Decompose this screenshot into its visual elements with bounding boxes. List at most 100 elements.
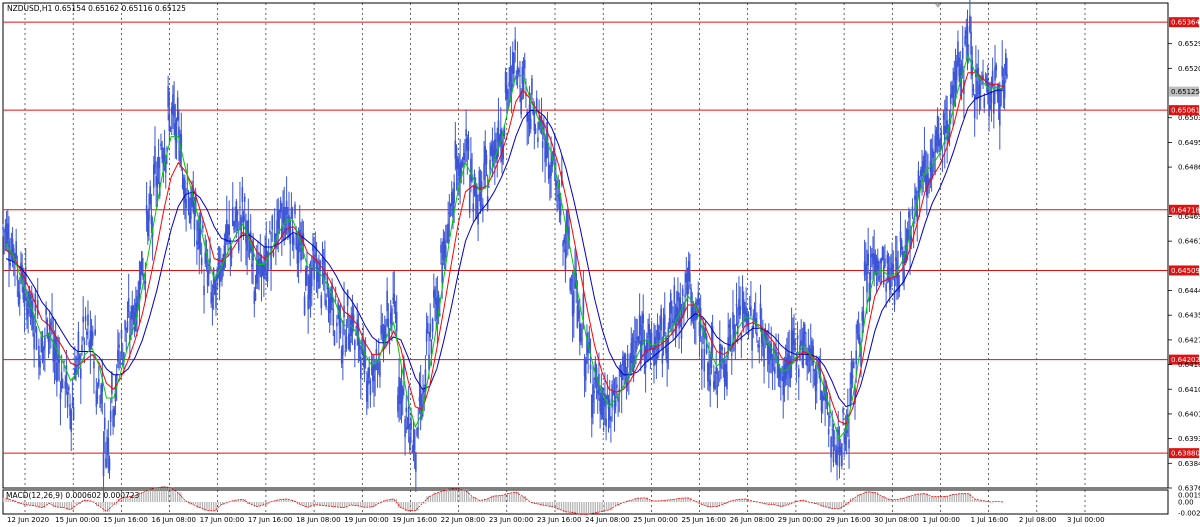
candle-body — [945, 107, 947, 111]
candle-body — [368, 367, 370, 378]
candle-body — [856, 321, 859, 334]
candle-body — [6, 223, 9, 240]
candle-body — [758, 345, 761, 348]
candle-body — [401, 388, 404, 399]
candle-body — [606, 395, 609, 400]
candle-body — [681, 288, 684, 296]
candle-body — [827, 428, 830, 435]
candle-body — [800, 340, 802, 346]
candle-body — [277, 210, 280, 229]
candle-body — [912, 225, 915, 227]
candle-body — [344, 350, 347, 352]
candle-body — [923, 152, 926, 169]
candle-body — [884, 258, 886, 267]
candle-body — [995, 64, 998, 71]
candle-body — [635, 340, 637, 352]
x-tick-label: 3 Jul 00:00 — [1067, 516, 1105, 524]
candle-body — [660, 308, 662, 331]
candle-body — [27, 309, 29, 315]
candle-body — [691, 306, 694, 322]
level-tag-label: 0.64509 — [1171, 267, 1200, 275]
candle-body — [395, 312, 398, 332]
candle-body — [117, 349, 119, 362]
candle-body — [966, 26, 969, 48]
candle-body — [231, 207, 234, 227]
candle-body — [717, 378, 720, 380]
candle-body — [58, 360, 61, 363]
candle-body — [584, 360, 587, 381]
candle-body — [869, 270, 872, 280]
candle-body — [211, 296, 214, 301]
candle-body — [203, 285, 205, 296]
candle-body — [669, 293, 672, 314]
candle-body — [610, 417, 612, 419]
candle-body — [295, 234, 297, 249]
current-price-label: 0.65125 — [1171, 88, 1200, 96]
candle-body — [236, 210, 239, 216]
candle-body — [217, 260, 220, 266]
candle-body — [388, 341, 391, 345]
candle-body — [716, 385, 719, 388]
candle-body — [529, 118, 532, 130]
candle-body — [955, 60, 958, 81]
candle-body — [485, 154, 488, 165]
candle-body — [85, 331, 88, 336]
x-tick-label: 2 Jul 08:00 — [1019, 516, 1057, 524]
candle-body — [254, 293, 257, 301]
candle-body — [77, 331, 80, 353]
macd-header: MACD(12,26,9) 0.000602 0.000723 — [6, 491, 140, 500]
candle-body — [60, 372, 63, 389]
candle-body — [476, 195, 478, 215]
candle-body — [564, 249, 567, 272]
candle-body — [415, 453, 417, 472]
candle-body — [593, 390, 595, 393]
candle-body — [166, 147, 168, 149]
candle-body — [44, 336, 46, 348]
candle-body — [849, 387, 852, 405]
candle-body — [960, 64, 963, 75]
candle-body — [952, 85, 954, 106]
candle-body — [879, 275, 881, 277]
candle-body — [830, 437, 832, 458]
candle-body — [68, 386, 70, 391]
candle-body — [679, 297, 682, 311]
candle-body — [379, 361, 381, 377]
x-tick-label: 16 Jun 08:00 — [152, 516, 196, 524]
candle-body — [668, 317, 671, 327]
candle-body — [770, 343, 773, 359]
candle-body — [762, 342, 764, 347]
candle-body — [678, 309, 680, 329]
candle-body — [541, 141, 544, 148]
x-tick-label: 24 Jun 08:00 — [585, 516, 629, 524]
candle-body — [718, 344, 721, 366]
candle-body — [815, 370, 818, 384]
candle-body — [580, 328, 582, 343]
candle-body — [441, 263, 443, 283]
candle-body — [983, 97, 986, 108]
candle-body — [108, 458, 111, 471]
candle-body — [967, 59, 970, 61]
candle-body — [900, 240, 903, 250]
candle-body — [832, 445, 835, 463]
candle-body — [555, 179, 557, 188]
candle-body — [448, 212, 451, 214]
candle-body — [461, 162, 464, 166]
y-tick-label: 0.64100 — [1178, 386, 1200, 394]
candle-body — [750, 306, 752, 316]
candle-body — [608, 399, 611, 421]
candle-body — [989, 104, 992, 109]
candle-body — [976, 80, 978, 100]
candle-body — [483, 163, 485, 181]
candle-body — [126, 321, 129, 331]
y-tick-label: 0.65290 — [1178, 40, 1200, 48]
x-tick-label: 1 Jul 16:00 — [971, 516, 1009, 524]
candle-body — [937, 134, 940, 147]
candle-body — [346, 289, 349, 307]
x-tick-label: 19 Jun 00:00 — [344, 516, 388, 524]
candle-body — [885, 283, 887, 292]
candle-body — [517, 70, 520, 73]
x-tick-label: 23 Jun 00:00 — [489, 516, 533, 524]
candle-body — [149, 186, 151, 205]
candle-body — [204, 252, 207, 264]
candle-body — [349, 338, 351, 352]
